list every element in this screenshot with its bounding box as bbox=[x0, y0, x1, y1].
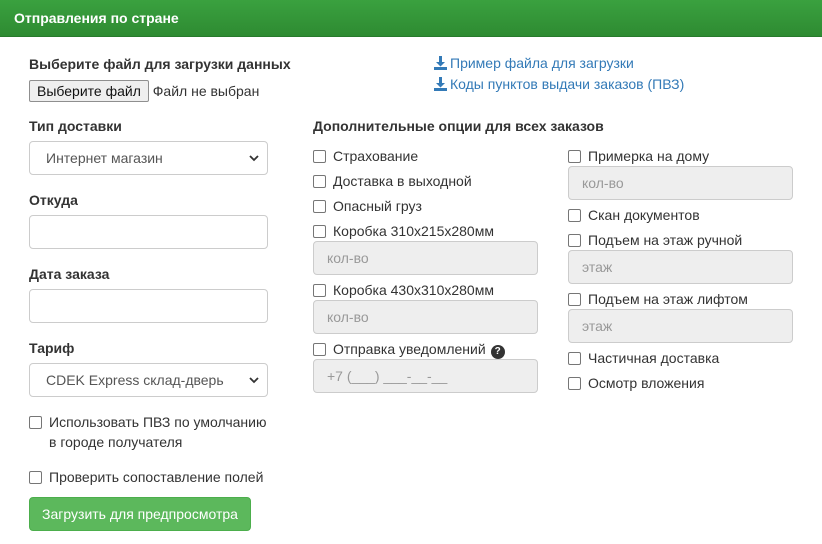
file-status: Файл не выбран bbox=[152, 83, 260, 99]
insurance-option[interactable]: Страхование bbox=[313, 146, 418, 166]
box2-label: Коробка 430х310х280мм bbox=[333, 282, 494, 298]
check-mapping-checkbox[interactable] bbox=[29, 471, 42, 484]
inspection-label: Осмотр вложения bbox=[588, 375, 705, 391]
insurance-label: Страхование bbox=[333, 148, 419, 164]
download-icon bbox=[434, 77, 447, 91]
lift-manual-checkbox[interactable] bbox=[568, 234, 581, 247]
scan-docs-checkbox[interactable] bbox=[568, 209, 581, 222]
chevron-down-icon bbox=[249, 377, 259, 384]
box1-option[interactable]: Коробка 310х215х280мм bbox=[313, 221, 494, 241]
page-header: Отправления по стране bbox=[0, 0, 822, 37]
lift-manual-option[interactable]: Подъем на этаж ручной bbox=[568, 230, 742, 250]
use-pvz-option[interactable]: Использовать ПВЗ по умолчанию bbox=[29, 412, 266, 432]
weekend-delivery-option[interactable]: Доставка в выходной bbox=[313, 171, 472, 191]
fitting-quantity-input[interactable]: кол-во bbox=[568, 166, 793, 200]
notifications-checkbox[interactable] bbox=[313, 343, 326, 356]
partial-delivery-checkbox[interactable] bbox=[568, 352, 581, 365]
scan-docs-label: Скан документов bbox=[588, 207, 700, 223]
dangerous-cargo-label: Опасный груз bbox=[333, 198, 422, 214]
tariff-label: Тариф bbox=[29, 340, 75, 356]
weekend-delivery-checkbox[interactable] bbox=[313, 175, 326, 188]
box2-quantity-input[interactable]: кол-во bbox=[313, 300, 538, 334]
lift-elevator-floor-input[interactable]: этаж bbox=[568, 309, 793, 343]
box1-checkbox[interactable] bbox=[313, 225, 326, 238]
order-date-input[interactable] bbox=[29, 289, 268, 323]
insurance-checkbox[interactable] bbox=[313, 150, 326, 163]
tariff-select[interactable]: CDEK Express склад-дверь bbox=[29, 363, 268, 397]
upload-preview-button[interactable]: Загрузить для предпросмотра bbox=[29, 497, 251, 531]
pvz-codes-link-row: Коды пунктов выдачи заказов (ПВЗ) bbox=[434, 76, 684, 92]
check-mapping-label: Проверить сопоставление полей bbox=[49, 469, 264, 485]
lift-manual-label: Подъем на этаж ручной bbox=[588, 232, 743, 248]
upload-label: Выберите файл для загрузки данных bbox=[29, 56, 291, 72]
phone-input[interactable]: +7 (___) ___-__-__ bbox=[313, 359, 538, 393]
partial-delivery-option[interactable]: Частичная доставка bbox=[568, 348, 719, 368]
inspection-checkbox[interactable] bbox=[568, 377, 581, 390]
weekend-delivery-label: Доставка в выходной bbox=[333, 173, 472, 189]
lift-elevator-label: Подъем на этаж лифтом bbox=[588, 291, 748, 307]
box1-quantity-input[interactable]: кол-во bbox=[313, 241, 538, 275]
fitting-option[interactable]: Примерка на дому bbox=[568, 146, 709, 166]
inspection-option[interactable]: Осмотр вложения bbox=[568, 373, 704, 393]
box2-checkbox[interactable] bbox=[313, 284, 326, 297]
from-input[interactable] bbox=[29, 215, 268, 249]
partial-delivery-label: Частичная доставка bbox=[588, 350, 720, 366]
choose-file-button[interactable]: Выберите файл bbox=[29, 80, 149, 102]
sample-file-link-row: Пример файла для загрузки bbox=[434, 55, 634, 71]
lift-elevator-checkbox[interactable] bbox=[568, 293, 581, 306]
dangerous-cargo-checkbox[interactable] bbox=[313, 200, 326, 213]
chevron-down-icon bbox=[249, 155, 259, 162]
from-label: Откуда bbox=[29, 192, 78, 208]
box1-label: Коробка 310х215х280мм bbox=[333, 223, 494, 239]
check-mapping-option[interactable]: Проверить сопоставление полей bbox=[29, 467, 263, 487]
scan-docs-option[interactable]: Скан документов bbox=[568, 205, 700, 225]
file-upload: Выберите файл Файл не выбран bbox=[29, 80, 259, 102]
use-pvz-checkbox[interactable] bbox=[29, 416, 42, 429]
lift-elevator-option[interactable]: Подъем на этаж лифтом bbox=[568, 289, 748, 309]
sample-file-link[interactable]: Пример файла для загрузки bbox=[450, 55, 634, 71]
notifications-label: Отправка уведомлений bbox=[333, 341, 486, 357]
delivery-type-label: Тип доставки bbox=[29, 118, 122, 134]
dangerous-cargo-option[interactable]: Опасный груз bbox=[313, 196, 422, 216]
lift-manual-floor-input[interactable]: этаж bbox=[568, 250, 793, 284]
box2-option[interactable]: Коробка 430х310х280мм bbox=[313, 280, 494, 300]
options-title: Дополнительные опции для всех заказов bbox=[313, 118, 604, 134]
fitting-label: Примерка на дому bbox=[588, 148, 710, 164]
use-pvz-label-line2: в городе получателя bbox=[49, 434, 183, 450]
download-icon bbox=[434, 56, 447, 70]
page-title: Отправления по стране bbox=[14, 10, 179, 26]
help-icon[interactable]: ? bbox=[490, 345, 505, 359]
use-pvz-label: Использовать ПВЗ по умолчанию bbox=[49, 414, 267, 430]
tariff-value: CDEK Express склад-дверь bbox=[46, 372, 224, 388]
fitting-checkbox[interactable] bbox=[568, 150, 581, 163]
notifications-option[interactable]: Отправка уведомлений? bbox=[313, 339, 505, 359]
delivery-type-select[interactable]: Интернет магазин bbox=[29, 141, 268, 175]
delivery-type-value: Интернет магазин bbox=[46, 150, 163, 166]
pvz-codes-link[interactable]: Коды пунктов выдачи заказов (ПВЗ) bbox=[450, 76, 684, 92]
order-date-label: Дата заказа bbox=[29, 266, 110, 282]
